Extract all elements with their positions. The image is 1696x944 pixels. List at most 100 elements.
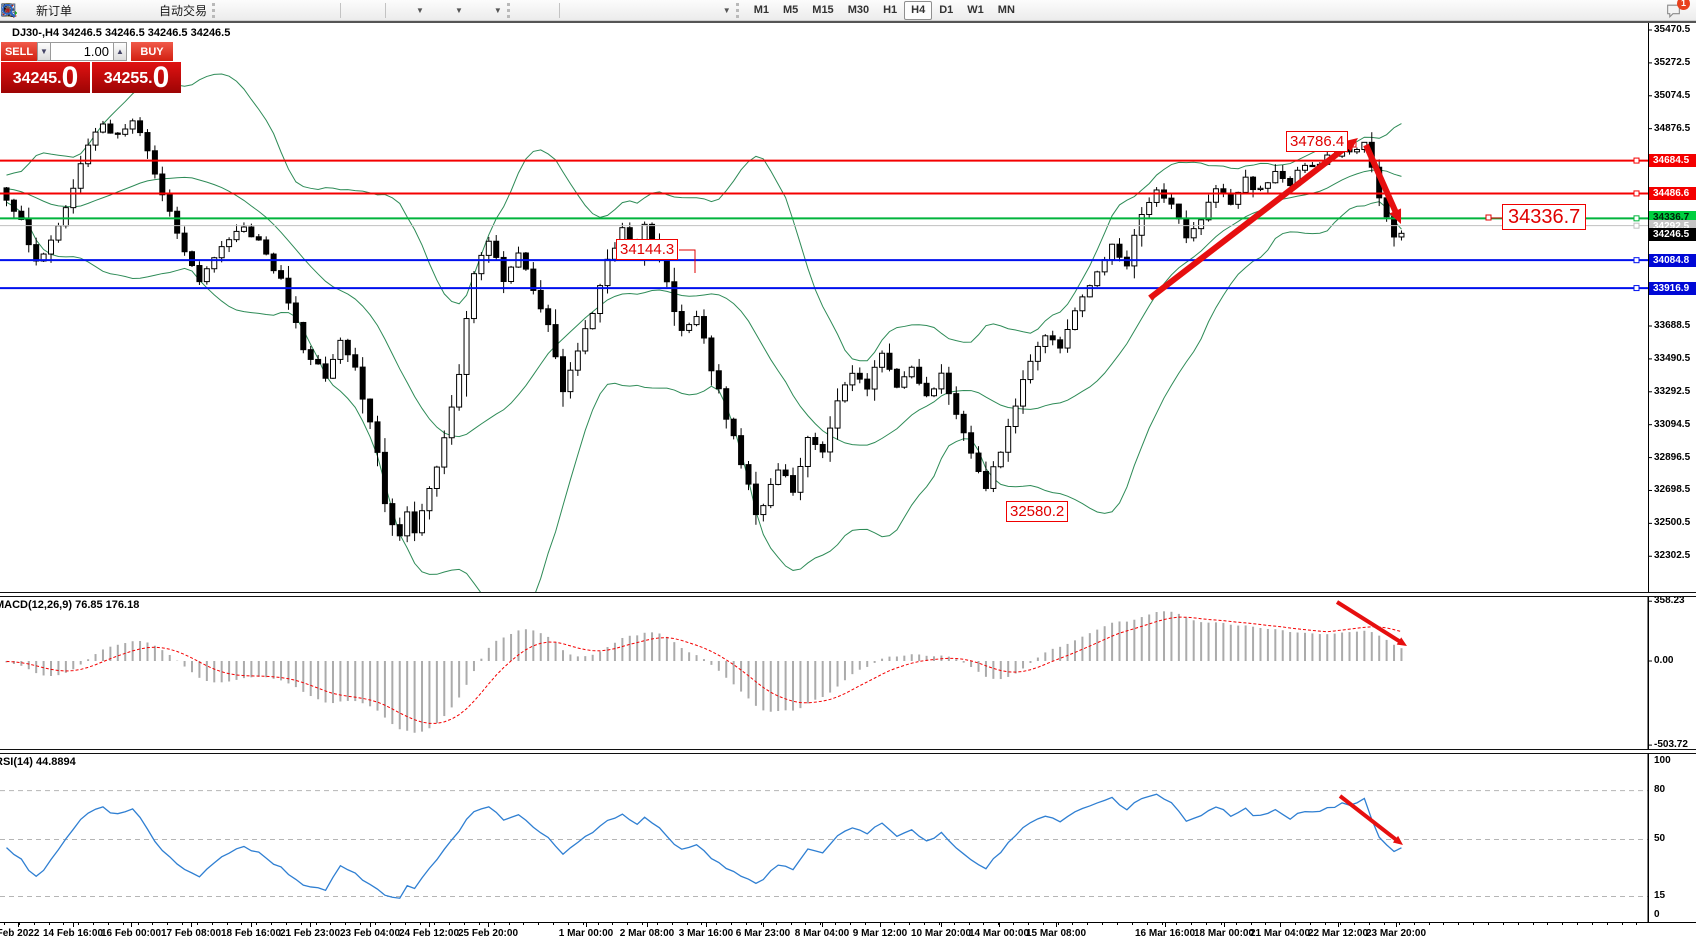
rsi-pane-canvas[interactable] <box>0 753 1696 922</box>
time-minor-tick <box>924 923 925 925</box>
macd-label: MACD(12,26,9) 76.85 176.18 <box>0 599 139 611</box>
trend-arrow[interactable] <box>1150 143 1352 298</box>
arrows-button[interactable]: ▼ <box>696 1 735 20</box>
sell-price-display[interactable]: 34245.0 <box>1 62 90 93</box>
trend-arrow[interactable] <box>1340 796 1399 842</box>
zoom-out-icon[interactable] <box>299 1 318 20</box>
time-axis-label: 14 Feb 16:00 <box>43 928 103 939</box>
signals-icon[interactable] <box>114 1 133 20</box>
bollinger-middle-band <box>7 170 1402 445</box>
trend-arrow[interactable] <box>1337 602 1403 643</box>
trendline-icon[interactable] <box>601 1 620 20</box>
bar-chart-mode-icon[interactable] <box>223 1 242 20</box>
horizontal-line-icon[interactable] <box>582 1 601 20</box>
trend-arrow[interactable] <box>1366 145 1398 217</box>
volume-increase-button[interactable]: ▲ <box>113 42 127 61</box>
new-chart-icon[interactable] <box>344 1 363 20</box>
toolbar-grip[interactable] <box>507 3 515 18</box>
time-axis-label: 24 Feb 12:00 <box>399 928 459 939</box>
pane-splitter[interactable] <box>0 749 1696 754</box>
annotation-target-price[interactable]: 34336.7 <box>1502 204 1586 230</box>
auto-trading-button[interactable]: 自动交易 <box>133 1 211 20</box>
rsi-label: RSI(14) 44.8894 <box>0 756 76 768</box>
buy-button[interactable]: BUY <box>131 42 173 61</box>
text-icon[interactable]: A <box>658 1 677 20</box>
time-axis-label: 9 Mar 12:00 <box>853 928 907 939</box>
timeframe-button-m15[interactable]: M15 <box>805 1 840 20</box>
search-icon[interactable] <box>1646 1 1665 20</box>
volume-input[interactable]: 1.00 <box>51 42 113 61</box>
line-handle[interactable] <box>1634 223 1639 228</box>
time-minor-tick <box>642 923 643 925</box>
timeframe-button-m30[interactable]: M30 <box>841 1 876 20</box>
zoom-in-icon[interactable] <box>280 1 299 20</box>
time-minor-tick <box>1325 923 1326 925</box>
time-major-tick <box>763 923 764 927</box>
periods-button[interactable]: ▼ <box>428 1 467 20</box>
timeframe-button-w1[interactable]: W1 <box>960 1 991 20</box>
time-minor-tick <box>1087 923 1088 925</box>
tile-windows-icon[interactable] <box>318 1 337 20</box>
notifications-icon[interactable]: 1 <box>1665 1 1684 20</box>
time-axis-label: 16 Mar 16:00 <box>1135 928 1195 939</box>
timeframe-button-mn[interactable]: MN <box>991 1 1022 20</box>
sell-button[interactable]: SELL <box>1 42 37 61</box>
rsi-tick-label: 50 <box>1654 833 1665 844</box>
time-axis[interactable]: Feb 202214 Feb 16:0016 Feb 00:0017 Feb 0… <box>0 922 1696 944</box>
annotation-pullback-price[interactable]: 34144.3 <box>616 239 678 260</box>
time-minor-tick <box>1547 923 1548 925</box>
time-minor-tick <box>568 923 569 925</box>
toolbar-separator <box>340 3 341 18</box>
candlestick-mode-icon[interactable] <box>242 1 261 20</box>
equidistant-channel-icon[interactable]: E <box>620 1 639 20</box>
line-handle[interactable] <box>1634 191 1639 196</box>
time-minor-tick <box>865 923 866 925</box>
line-handle[interactable] <box>1634 158 1639 163</box>
templates-button[interactable]: ▼ <box>467 1 506 20</box>
annotation-connector <box>679 250 695 273</box>
new-order-button[interactable]: 新订单 <box>10 1 76 20</box>
toolbar-grip[interactable] <box>212 3 220 18</box>
line-handle[interactable] <box>1634 286 1639 291</box>
chart-profiles-icon[interactable] <box>363 1 382 20</box>
timeframe-button-h4[interactable]: H4 <box>904 1 932 20</box>
buy-price-display[interactable]: 34255.0 <box>92 62 181 93</box>
time-axis-label: 10 Mar 20:00 <box>911 928 971 939</box>
indicators-button[interactable]: ▼ <box>389 1 428 20</box>
pane-splitter[interactable] <box>0 592 1696 597</box>
timeframe-button-m5[interactable]: M5 <box>776 1 805 20</box>
time-minor-tick <box>1636 923 1637 925</box>
annotation-low-price[interactable]: 32580.2 <box>1006 501 1068 522</box>
cursor-icon[interactable] <box>518 1 537 20</box>
annotation-peak-price[interactable]: 34786.4 <box>1286 131 1348 152</box>
crosshair-icon[interactable] <box>537 1 556 20</box>
line-handle[interactable] <box>1634 258 1639 263</box>
market-watch-icon[interactable] <box>76 1 95 20</box>
time-minor-tick <box>1577 923 1578 925</box>
vertical-line-icon[interactable] <box>563 1 582 20</box>
time-minor-tick <box>672 923 673 925</box>
macd-pane-canvas[interactable] <box>0 596 1696 749</box>
annotation-handle[interactable] <box>1486 215 1491 220</box>
arrows-icon <box>700 1 719 20</box>
text-label-icon[interactable]: T <box>677 1 696 20</box>
auto-trading-icon <box>137 1 156 20</box>
time-axis-label: 14 Mar 00:00 <box>969 928 1029 939</box>
line-chart-mode-icon[interactable] <box>261 1 280 20</box>
timeframe-button-m1[interactable]: M1 <box>747 1 776 20</box>
time-minor-tick <box>1354 923 1355 925</box>
price-tick-label: 35470.5 <box>1654 24 1690 35</box>
dropdown-caret-icon: ▼ <box>455 6 463 15</box>
time-minor-tick <box>969 923 970 925</box>
navigator-icon[interactable] <box>95 1 114 20</box>
fibonacci-icon[interactable]: F <box>639 1 658 20</box>
volume-decrease-button[interactable]: ▼ <box>37 42 51 61</box>
timeframe-button-h1[interactable]: H1 <box>876 1 904 20</box>
timeframe-button-d1[interactable]: D1 <box>932 1 960 20</box>
line-handle[interactable] <box>1634 216 1639 221</box>
time-minor-tick <box>1488 923 1489 925</box>
toolbar-grip[interactable] <box>736 3 744 18</box>
time-minor-tick <box>509 923 510 925</box>
main-chart-canvas[interactable] <box>0 23 1696 592</box>
time-minor-tick <box>1518 923 1519 925</box>
